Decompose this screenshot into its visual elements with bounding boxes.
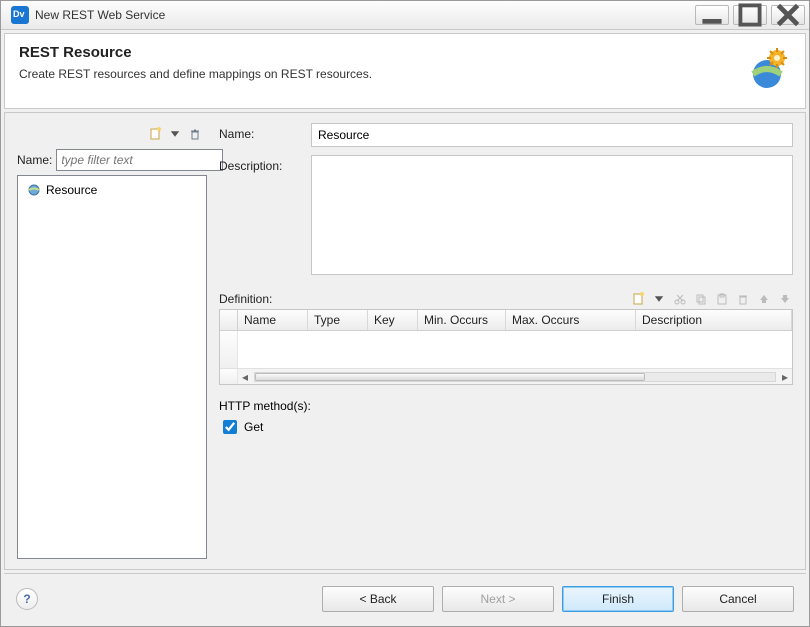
filter-row: Name: <box>17 149 207 171</box>
http-methods-section: HTTP method(s): Get <box>219 399 793 437</box>
scroll-thumb[interactable] <box>255 373 645 381</box>
banner-heading: REST Resource <box>19 44 743 61</box>
grid-header-stub <box>220 310 238 330</box>
grid-body[interactable] <box>220 331 792 368</box>
col-key[interactable]: Key <box>368 310 418 330</box>
tree-item-label: Resource <box>46 183 97 197</box>
banner-globe-gear-icon <box>743 44 791 92</box>
new-field-icon[interactable] <box>630 291 646 307</box>
col-max-occurs[interactable]: Max. Occurs <box>506 310 636 330</box>
description-row: Description: <box>219 155 793 275</box>
name-input[interactable] <box>311 123 793 147</box>
dialog-window: New REST Web Service REST Resource Creat… <box>0 0 810 627</box>
col-min-occurs[interactable]: Min. Occurs <box>418 310 506 330</box>
dropdown-icon[interactable] <box>167 126 183 142</box>
wizard-footer: ? < Back Next > Finish Cancel <box>4 573 806 623</box>
scroll-left-icon[interactable]: ◂ <box>238 370 252 384</box>
cut-icon[interactable] <box>672 291 688 307</box>
move-down-icon[interactable] <box>777 291 793 307</box>
banner-subtitle: Create REST resources and define mapping… <box>19 67 743 81</box>
resource-tree[interactable]: Resource <box>17 175 207 559</box>
name-row: Name: <box>219 123 793 147</box>
tree-item[interactable]: Resource <box>22 180 202 200</box>
help-button[interactable]: ? <box>16 588 38 610</box>
minimize-button[interactable] <box>695 5 729 25</box>
new-resource-icon[interactable] <box>147 126 163 142</box>
next-button[interactable]: Next > <box>442 586 554 612</box>
definition-label: Definition: <box>219 292 630 306</box>
cancel-button[interactable]: Cancel <box>682 586 794 612</box>
definition-grid[interactable]: Name Type Key Min. Occurs Max. Occurs De… <box>219 309 793 385</box>
http-get-checkbox[interactable] <box>223 420 237 434</box>
grid-header: Name Type Key Min. Occurs Max. Occurs De… <box>220 310 792 331</box>
scroll-right-icon[interactable]: ▸ <box>778 370 792 384</box>
filter-label: Name: <box>17 153 52 167</box>
app-icon <box>11 6 29 24</box>
grid-cells[interactable] <box>238 331 792 368</box>
delete-icon[interactable] <box>187 126 203 142</box>
window-title: New REST Web Service <box>35 8 691 22</box>
left-toolbar <box>17 123 207 145</box>
scroll-track[interactable] <box>254 372 776 382</box>
filter-input[interactable] <box>56 149 223 171</box>
col-description[interactable]: Description <box>636 310 792 330</box>
definition-toolbar <box>630 291 793 307</box>
back-button[interactable]: < Back <box>322 586 434 612</box>
content-area: Name: Resource Name: Description: Defini… <box>4 112 806 570</box>
grid-horizontal-scrollbar[interactable]: ◂ ▸ <box>220 368 792 384</box>
right-panel: Name: Description: Definition: <box>219 123 793 559</box>
col-type[interactable]: Type <box>308 310 368 330</box>
toolbar-dropdown-icon[interactable] <box>651 291 667 307</box>
maximize-button[interactable] <box>733 5 767 25</box>
paste-icon[interactable] <box>714 291 730 307</box>
copy-icon[interactable] <box>693 291 709 307</box>
grid-row-stub <box>220 331 238 368</box>
move-up-icon[interactable] <box>756 291 772 307</box>
finish-button[interactable]: Finish <box>562 586 674 612</box>
col-name[interactable]: Name <box>238 310 308 330</box>
title-bar[interactable]: New REST Web Service <box>1 1 809 30</box>
description-label: Description: <box>219 155 311 173</box>
delete-field-icon[interactable] <box>735 291 751 307</box>
wizard-banner: REST Resource Create REST resources and … <box>4 33 806 109</box>
resource-icon <box>26 182 42 198</box>
description-textarea[interactable] <box>311 155 793 275</box>
close-button[interactable] <box>771 5 805 25</box>
name-label: Name: <box>219 123 311 141</box>
left-panel: Name: Resource <box>17 123 207 559</box>
grid-scroll-stub <box>220 369 238 384</box>
http-method-row: Get <box>219 417 793 437</box>
http-get-label: Get <box>244 420 263 434</box>
definition-header: Definition: <box>219 291 793 307</box>
http-methods-label: HTTP method(s): <box>219 399 793 413</box>
